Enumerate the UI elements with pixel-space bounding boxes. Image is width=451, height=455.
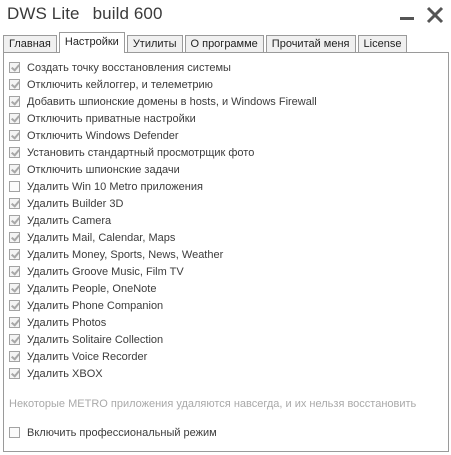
option-remove-camera[interactable]: Удалить Camera (9, 212, 317, 229)
options-list: Создать точку восстановления системы Отк… (9, 59, 317, 382)
option-remove-groove-film[interactable]: Удалить Groove Music, Film TV (9, 263, 317, 280)
checkbox[interactable] (9, 96, 20, 107)
checkbox[interactable] (9, 283, 20, 294)
checkbox[interactable] (9, 232, 20, 243)
option-remove-xbox[interactable]: Удалить XBOX (9, 365, 317, 382)
option-remove-photos[interactable]: Удалить Photos (9, 314, 317, 331)
option-add-spy-domains[interactable]: Добавить шпионские домены в hosts, и Win… (9, 93, 317, 110)
option-label: Создать точку восстановления системы (27, 61, 231, 74)
checkbox[interactable] (9, 266, 20, 277)
option-label: Установить стандартный просмотрщик фото (27, 146, 255, 159)
option-disable-private-settings[interactable]: Отключить приватные настройки (9, 110, 317, 127)
close-button[interactable] (424, 4, 446, 26)
checkbox[interactable] (9, 147, 20, 158)
checkbox[interactable] (9, 317, 20, 328)
option-remove-phone-companion[interactable]: Удалить Phone Companion (9, 297, 317, 314)
app-name: DWS Lite (7, 4, 80, 23)
option-label: Отключить приватные настройки (27, 112, 196, 125)
option-remove-metro-apps[interactable]: Удалить Win 10 Metro приложения (9, 178, 317, 195)
tab-about[interactable]: О программе (184, 35, 264, 53)
option-label: Удалить XBOX (27, 367, 103, 380)
option-photo-viewer[interactable]: Установить стандартный просмотрщик фото (9, 144, 317, 161)
option-label: Удалить Photos (27, 316, 107, 329)
option-label: Включить профессиональный режим (27, 426, 217, 439)
tab-license[interactable]: License (357, 35, 408, 53)
option-label: Удалить Voice Recorder (27, 350, 148, 363)
title-bar[interactable]: DWS Lite build 600 (0, 0, 451, 31)
checkbox[interactable] (9, 427, 20, 438)
option-remove-builder-3d[interactable]: Удалить Builder 3D (9, 195, 317, 212)
option-pro-mode[interactable]: Включить профессиональный режим (9, 424, 217, 441)
window-title: DWS Lite build 600 (7, 4, 163, 24)
tab-readme[interactable]: Прочитай меня (265, 35, 356, 53)
checkbox[interactable] (9, 215, 20, 226)
option-remove-mail-calendar-maps[interactable]: Удалить Mail, Calendar, Maps (9, 229, 317, 246)
tab-main[interactable]: Главная (3, 35, 57, 53)
checkbox[interactable] (9, 198, 20, 209)
option-disable-keylogger[interactable]: Отключить кейлоггер, и телеметрию (9, 76, 317, 93)
checkbox[interactable] (9, 368, 20, 379)
option-label: Удалить Groove Music, Film TV (27, 265, 184, 278)
tab-settings[interactable]: Настройки (58, 32, 125, 53)
build-label: build 600 (92, 4, 163, 23)
checkbox[interactable] (9, 334, 20, 345)
option-remove-voice-recorder[interactable]: Удалить Voice Recorder (9, 348, 317, 365)
checkbox[interactable] (9, 79, 20, 90)
tab-utilities[interactable]: Утилиты (126, 35, 183, 53)
option-remove-solitaire[interactable]: Удалить Solitaire Collection (9, 331, 317, 348)
settings-panel: Создать точку восстановления системы Отк… (3, 52, 449, 452)
option-label: Отключить Windows Defender (27, 129, 179, 142)
option-remove-people-onenote[interactable]: Удалить People, OneNote (9, 280, 317, 297)
option-restore-point[interactable]: Создать точку восстановления системы (9, 59, 317, 76)
option-label: Добавить шпионские домены в hosts, и Win… (27, 95, 317, 108)
option-disable-spy-tasks[interactable]: Отключить шпионские задачи (9, 161, 317, 178)
option-label: Удалить Solitaire Collection (27, 333, 164, 346)
option-label: Отключить кейлоггер, и телеметрию (27, 78, 213, 91)
option-label: Удалить Phone Companion (27, 299, 164, 312)
checkbox[interactable] (9, 113, 20, 124)
option-label: Удалить Mail, Calendar, Maps (27, 231, 176, 244)
option-label: Удалить Builder 3D (27, 197, 124, 210)
tab-strip: Главная Настройки Утилиты О программе Пр… (3, 32, 409, 53)
checkbox[interactable] (9, 130, 20, 141)
metro-warning-note: Некоторые METRO приложения удаляются нав… (9, 398, 417, 410)
checkbox[interactable] (9, 181, 20, 192)
checkbox[interactable] (9, 62, 20, 73)
checkbox[interactable] (9, 249, 20, 260)
option-label: Отключить шпионские задачи (27, 163, 180, 176)
option-remove-money-sports-news-weather[interactable]: Удалить Money, Sports, News, Weather (9, 246, 317, 263)
option-label: Удалить Win 10 Metro приложения (27, 180, 203, 193)
option-label: Удалить Money, Sports, News, Weather (27, 248, 224, 261)
checkbox[interactable] (9, 300, 20, 311)
checkbox[interactable] (9, 164, 20, 175)
option-disable-defender[interactable]: Отключить Windows Defender (9, 127, 317, 144)
option-label: Удалить People, OneNote (27, 282, 157, 295)
checkbox[interactable] (9, 351, 20, 362)
option-label: Удалить Camera (27, 214, 112, 227)
close-icon (426, 6, 444, 24)
minimize-icon (400, 17, 414, 20)
app-window: DWS Lite build 600 Главная Настройки Утил… (0, 0, 451, 455)
minimize-button[interactable] (397, 6, 417, 26)
